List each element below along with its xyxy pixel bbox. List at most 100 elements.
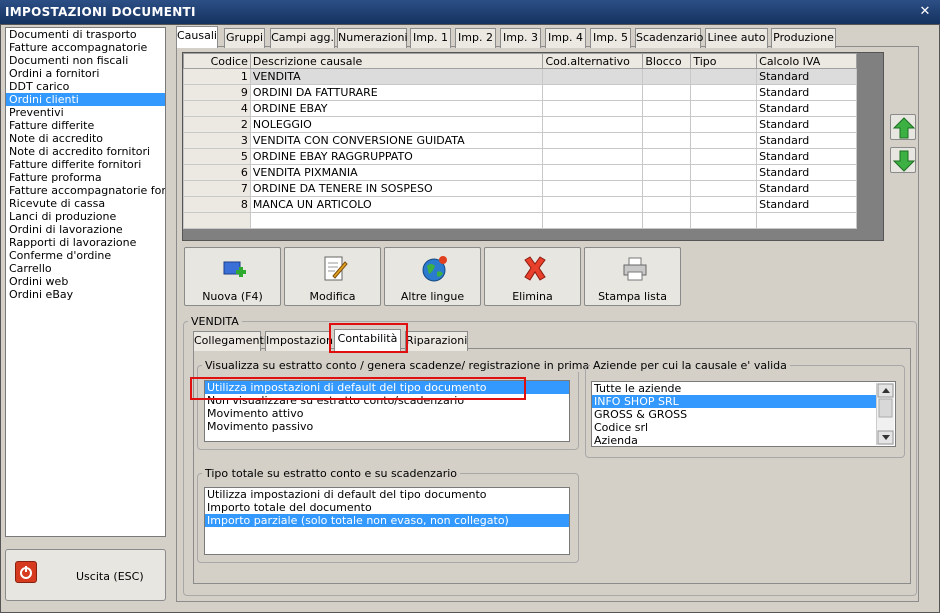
- tab-collegamenti[interactable]: Collegamenti: [193, 331, 267, 351]
- cell-code: 5: [183, 148, 251, 165]
- col-header[interactable]: Descrizione causale: [249, 53, 544, 69]
- edit-button[interactable]: Modifica: [284, 247, 381, 306]
- doc-type-item[interactable]: Ordini di lavorazione: [6, 223, 165, 236]
- doc-type-item[interactable]: DDT carico: [6, 80, 165, 93]
- doc-type-item[interactable]: Conferme d'ordine: [6, 249, 165, 262]
- new-button[interactable]: Nuova (F4): [184, 247, 281, 306]
- cell-vat: Standard: [756, 100, 857, 117]
- doc-type-item[interactable]: Ordini a fornitori: [6, 67, 165, 80]
- col-header[interactable]: Cod.alternativo: [542, 53, 644, 69]
- cell-alt-code: [542, 180, 644, 197]
- languages-button[interactable]: Altre lingue: [384, 247, 481, 306]
- doc-type-item[interactable]: Documenti di trasporto: [6, 28, 165, 41]
- tab-imp-2[interactable]: Imp. 2: [455, 28, 496, 48]
- scrollbar[interactable]: [876, 383, 894, 445]
- cell-code: 2: [183, 116, 251, 133]
- tab-numerazioni[interactable]: Numerazioni: [337, 28, 408, 48]
- move-down-button[interactable]: [890, 147, 916, 173]
- document-type-list[interactable]: Documenti di trasporto Fatture accompagn…: [5, 27, 166, 537]
- tab-imp-5[interactable]: Imp. 5: [590, 28, 631, 48]
- col-header[interactable]: Tipo: [690, 53, 758, 69]
- aziende-list[interactable]: Tutte le aziende INFO SHOP SRL GROSS & G…: [591, 381, 896, 447]
- col-header[interactable]: Blocco: [642, 53, 692, 69]
- col-header[interactable]: Codice: [183, 53, 251, 69]
- doc-type-item[interactable]: Note di accredito fornitori: [6, 145, 165, 158]
- list-item[interactable]: Tutte le aziende: [592, 382, 895, 395]
- cell-block: [642, 148, 692, 165]
- list-item[interactable]: Utilizza impostazioni di default del tip…: [205, 488, 569, 501]
- new-label: Nuova (F4): [202, 290, 263, 303]
- delete-label: Elimina: [512, 290, 553, 303]
- list-item[interactable]: Azienda: [592, 434, 895, 446]
- tab-imp-1[interactable]: Imp. 1: [410, 28, 451, 48]
- cell-vat: Standard: [756, 68, 857, 85]
- tab-linee-auto[interactable]: Linee auto: [705, 28, 768, 48]
- table-row[interactable]: 9 ORDINI DA FATTURARE Standard: [183, 84, 857, 101]
- delete-button[interactable]: Elimina: [484, 247, 581, 306]
- edit-document-icon: [321, 254, 349, 284]
- cell-alt-code: [542, 68, 644, 85]
- list-item[interactable]: INFO SHOP SRL: [592, 395, 877, 408]
- doc-type-item[interactable]: Fatture accompagnatorie: [6, 41, 165, 54]
- doc-type-item[interactable]: Fatture proforma: [6, 171, 165, 184]
- doc-type-item[interactable]: Fatture differite fornitori: [6, 158, 165, 171]
- causali-grid[interactable]: Codice Descrizione causale Cod.alternati…: [183, 53, 857, 229]
- cell-code: 8: [183, 196, 251, 213]
- list-item[interactable]: Importo parziale (solo totale non evaso,…: [205, 514, 569, 527]
- cell-block: [642, 180, 692, 197]
- doc-type-item[interactable]: Documenti non fiscali: [6, 54, 165, 67]
- tipo-totale-list[interactable]: Utilizza impostazioni di default del tip…: [204, 487, 570, 555]
- cell-code: 3: [183, 132, 251, 149]
- close-icon[interactable]: ✕: [918, 5, 932, 19]
- table-row[interactable]: 5 ORDINE EBAY RAGGRUPPATO Standard: [183, 148, 857, 165]
- doc-type-item[interactable]: Rapporti di lavorazione: [6, 236, 165, 249]
- table-row[interactable]: 2 NOLEGGIO Standard: [183, 116, 857, 133]
- table-row[interactable]: 7 ORDINE DA TENERE IN SOSPESO Standard: [183, 180, 857, 197]
- table-row[interactable]: 1 VENDITA Standard: [183, 68, 857, 85]
- doc-type-item[interactable]: Ricevute di cassa: [6, 197, 165, 210]
- tab-causali[interactable]: Causali: [176, 26, 218, 48]
- list-item[interactable]: Importo totale del documento: [205, 501, 569, 514]
- col-header[interactable]: Calcolo IVA: [756, 53, 857, 69]
- tab-scadenzario[interactable]: Scadenzario: [635, 28, 703, 48]
- delete-x-icon: [521, 254, 549, 284]
- move-up-button[interactable]: [890, 114, 916, 140]
- cell-vat: Standard: [756, 180, 857, 197]
- tab-produzione[interactable]: Produzione: [771, 28, 836, 48]
- doc-type-item[interactable]: Preventivi: [6, 106, 165, 119]
- list-item[interactable]: Movimento attivo: [205, 407, 569, 420]
- doc-type-item[interactable]: Ordini web: [6, 275, 165, 288]
- doc-type-item[interactable]: Ordini eBay: [6, 288, 165, 301]
- tab-imp-3[interactable]: Imp. 3: [500, 28, 541, 48]
- doc-type-item[interactable]: Lanci di produzione: [6, 210, 165, 223]
- cell-type: [690, 116, 758, 133]
- table-row[interactable]: 3 VENDITA CON CONVERSIONE GUIDATA Standard: [183, 132, 857, 149]
- table-row[interactable]: 6 VENDITA PIXMANIA Standard: [183, 164, 857, 181]
- table-row[interactable]: 8 MANCA UN ARTICOLO Standard: [183, 196, 857, 213]
- cell-alt-code: [542, 132, 644, 149]
- cell-description: NOLEGGIO: [249, 116, 544, 133]
- doc-type-item-selected[interactable]: Ordini clienti: [6, 93, 165, 106]
- exit-button[interactable]: Uscita (ESC): [5, 549, 166, 601]
- tab-gruppi[interactable]: Gruppi: [224, 28, 265, 48]
- doc-type-item[interactable]: Fatture accompagnatorie fornito: [6, 184, 165, 197]
- cell-description: VENDITA: [249, 68, 544, 85]
- list-item[interactable]: Codice srl: [592, 421, 895, 434]
- tab-imp-4[interactable]: Imp. 4: [545, 28, 586, 48]
- cell-vat: Standard: [756, 196, 857, 213]
- aziende-title: Aziende per cui la causale e' valida: [590, 359, 790, 372]
- cell-block: [642, 164, 692, 181]
- cell-description: ORDINE EBAY RAGGRUPPATO: [249, 148, 544, 165]
- table-row[interactable]: 4 ORDINE EBAY Standard: [183, 100, 857, 117]
- print-button[interactable]: Stampa lista: [584, 247, 681, 306]
- list-item[interactable]: GROSS & GROSS: [592, 408, 895, 421]
- cell-vat: Standard: [756, 84, 857, 101]
- doc-type-item[interactable]: Fatture differite: [6, 119, 165, 132]
- tab-campi-agg[interactable]: Campi agg.: [270, 28, 335, 48]
- doc-type-item[interactable]: Note di accredito: [6, 132, 165, 145]
- tab-riparazioni[interactable]: Riparazioni: [405, 331, 468, 351]
- list-item[interactable]: Movimento passivo: [205, 420, 569, 433]
- cell-type: [690, 84, 758, 101]
- doc-type-item[interactable]: Carrello: [6, 262, 165, 275]
- tab-impostazioni[interactable]: Impostazioni: [265, 331, 336, 351]
